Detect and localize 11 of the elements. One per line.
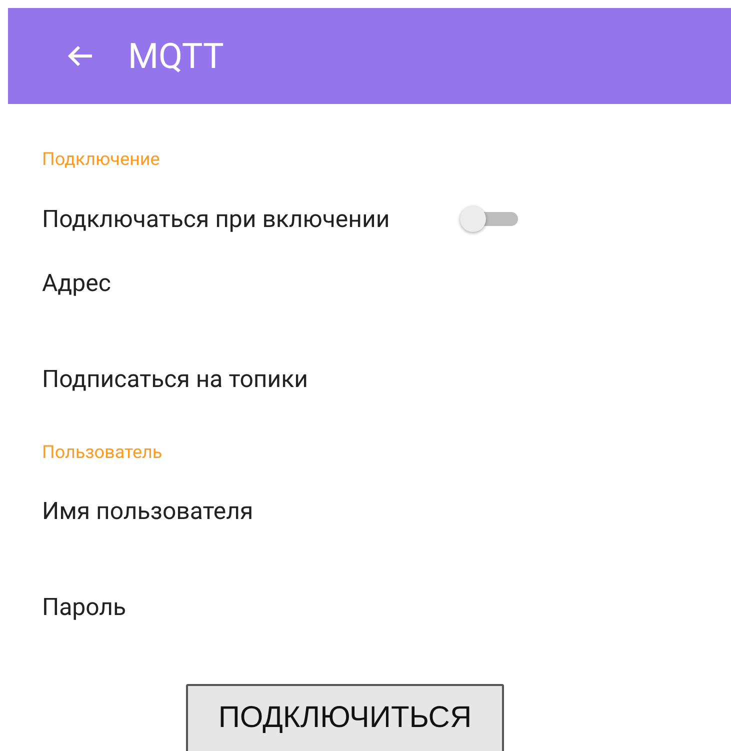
- toggle-switch[interactable]: [460, 206, 518, 232]
- preference-item[interactable]: Имя пользователя: [42, 496, 254, 526]
- connect-button[interactable]: ПОДКЛЮЧИТЬСЯ: [186, 684, 504, 751]
- preference-item[interactable]: Подключаться при включении: [42, 204, 390, 234]
- preference-item[interactable]: Подписаться на топики: [42, 364, 308, 394]
- section-header: Пользователь: [42, 441, 164, 465]
- preference-item[interactable]: Пароль: [42, 592, 126, 622]
- section-header: Подключение: [42, 148, 161, 172]
- back-button[interactable]: [66, 44, 94, 68]
- preference-item[interactable]: Адрес: [42, 268, 111, 298]
- screen-title: MQTT: [128, 36, 224, 76]
